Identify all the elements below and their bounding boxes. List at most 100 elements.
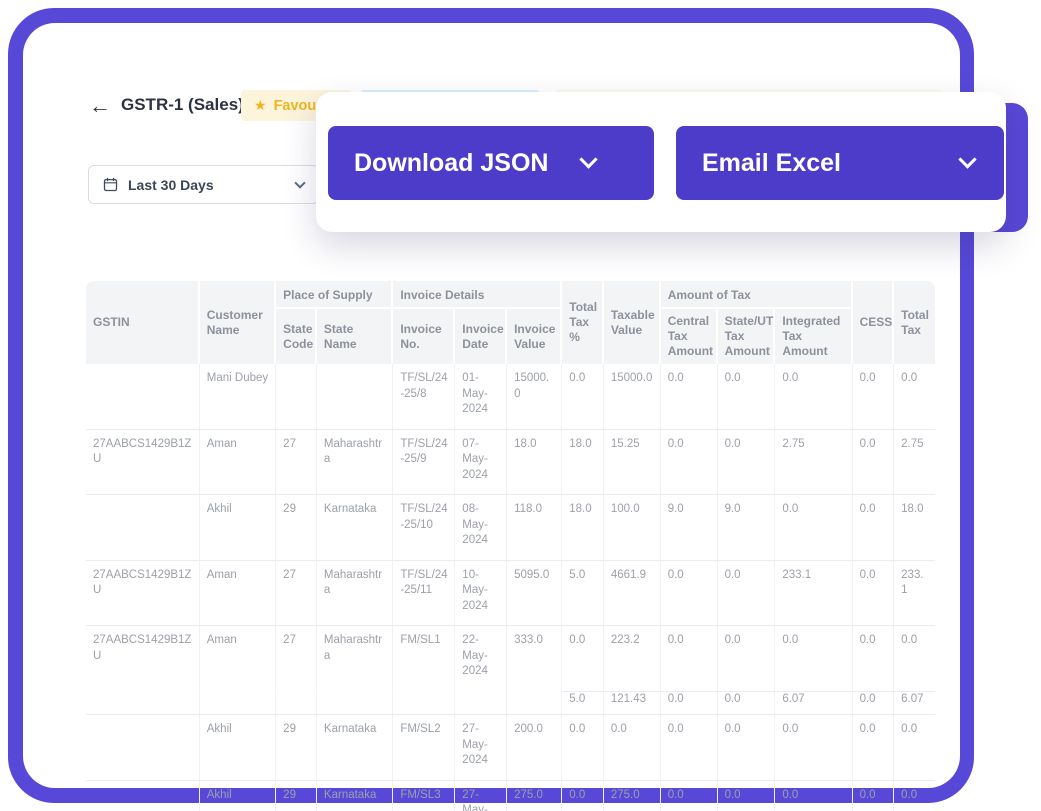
table-cell — [276, 692, 317, 716]
table-cell: 18.0 — [894, 495, 935, 561]
table-row: Akhil29KarnatakaFM/SL327-May-2024275.00.… — [86, 781, 935, 811]
table-row: Akhil29KarnatakaTF/SL/24-25/1008-May-202… — [86, 495, 935, 561]
table-cell: 275.0 — [604, 781, 661, 811]
table-cell: 0.0 — [562, 364, 604, 430]
table-cell: 29 — [276, 495, 317, 561]
table-cell: 27 — [276, 626, 317, 692]
table-cell: Karnataka — [317, 781, 393, 811]
table-cell — [86, 692, 200, 716]
table-cell: 6.07 — [894, 692, 935, 716]
table-cell: 27AABCS1429B1ZU — [86, 430, 200, 496]
table-cell: 223.2 — [604, 626, 661, 692]
column-header: Amount of Tax — [661, 281, 853, 309]
table-cell: 5.0 — [562, 561, 604, 627]
back-arrow-icon[interactable]: ← — [89, 93, 111, 119]
table-cell — [276, 364, 317, 430]
table-cell: 18.0 — [562, 495, 604, 561]
table-cell: 0.0 — [853, 781, 895, 811]
table-cell: 2.75 — [775, 430, 852, 496]
table-row: Akhil29KarnatakaFM/SL227-May-2024200.00.… — [86, 715, 935, 781]
column-header: Taxable Value — [604, 281, 661, 364]
table-cell: 4661.9 — [604, 561, 661, 627]
table-cell: 0.0 — [718, 430, 776, 496]
table-cell: 5095.0 — [507, 561, 562, 627]
table-cell: 9.0 — [661, 495, 718, 561]
email-excel-label: Email Excel — [702, 149, 841, 178]
table-cell: 0.0 — [894, 715, 935, 781]
table-cell: 29 — [276, 781, 317, 811]
table-cell: 0.0 — [661, 430, 718, 496]
table-cell: 0.0 — [661, 364, 718, 430]
table-cell: 6.07 — [775, 692, 852, 716]
table-cell: Akhil — [200, 781, 276, 811]
chevron-down-icon — [958, 150, 976, 168]
column-header: Customer Name — [200, 281, 276, 364]
gstr1-report-table-container: GSTINCustomer NamePlace of SupplyInvoice… — [86, 281, 935, 811]
download-json-button[interactable]: Download JSON — [328, 126, 654, 200]
table-cell: Karnataka — [317, 715, 393, 781]
table-row: 27AABCS1429B1ZUAman27MaharashtraFM/SL122… — [86, 626, 935, 692]
table-row: 27AABCS1429B1ZUAman27MaharashtraTF/SL/24… — [86, 561, 935, 627]
export-actions-popover: Download JSON Email Excel — [316, 92, 1006, 232]
email-excel-button[interactable]: Email Excel — [676, 126, 1004, 200]
column-subheader: Invoice Value — [507, 309, 562, 364]
table-cell: 07-May-2024 — [455, 430, 507, 496]
column-header: Place of Supply — [276, 281, 393, 309]
table-cell: Maharashtra — [317, 561, 393, 627]
table-cell: 27 — [276, 430, 317, 496]
table-cell: 0.0 — [894, 626, 935, 692]
table-cell: Aman — [200, 561, 276, 627]
table-cell: Aman — [200, 430, 276, 496]
table-cell: 27AABCS1429B1ZU — [86, 561, 200, 627]
table-cell: 0.0 — [775, 781, 852, 811]
table-cell: 0.0 — [718, 364, 776, 430]
table-cell: 0.0 — [562, 781, 604, 811]
table-cell: Karnataka — [317, 495, 393, 561]
star-icon: ★ — [254, 97, 267, 114]
table-cell: FM/SL3 — [393, 781, 455, 811]
table-cell: 0.0 — [661, 626, 718, 692]
table-cell: 15000.0 — [507, 364, 562, 430]
table-cell: TF/SL/24-25/9 — [393, 430, 455, 496]
page-title: GSTR-1 (Sales) — [121, 95, 244, 115]
table-cell: 0.0 — [604, 715, 661, 781]
table-cell: FM/SL2 — [393, 715, 455, 781]
table-cell: 0.0 — [853, 430, 895, 496]
table-cell: Akhil — [200, 495, 276, 561]
table-cell: Mani Dubey — [200, 364, 276, 430]
table-cell: 0.0 — [718, 561, 776, 627]
table-cell: 5.0 — [562, 692, 604, 716]
table-cell: 100.0 — [604, 495, 661, 561]
table-cell: 0.0 — [562, 715, 604, 781]
table-cell: 0.0 — [718, 692, 776, 716]
download-json-label: Download JSON — [354, 149, 548, 178]
calendar-icon — [103, 177, 118, 192]
column-header: Total Tax — [894, 281, 935, 364]
column-subheader: Central Tax Amount — [661, 309, 718, 364]
table-cell: 0.0 — [718, 781, 776, 811]
table-cell — [317, 692, 393, 716]
table-cell: 2.75 — [894, 430, 935, 496]
table-cell: 9.0 — [718, 495, 776, 561]
table-cell: Maharashtra — [317, 430, 393, 496]
table-row: 27AABCS1429B1ZUAman27MaharashtraTF/SL/24… — [86, 430, 935, 496]
table-cell: 15000.0 — [604, 364, 661, 430]
chevron-down-icon — [294, 177, 305, 188]
column-subheader: State Name — [317, 309, 393, 364]
table-cell: 333.0 — [507, 626, 562, 692]
date-range-select[interactable]: Last 30 Days — [88, 165, 319, 204]
table-cell: 15.25 — [604, 430, 661, 496]
table-cell: 0.0 — [718, 715, 776, 781]
table-cell: 10-May-2024 — [455, 561, 507, 627]
table-cell — [317, 364, 393, 430]
table-cell: Maharashtra — [317, 626, 393, 692]
chevron-down-icon — [580, 150, 598, 168]
table-cell: 0.0 — [853, 692, 895, 716]
table-cell: FM/SL1 — [393, 626, 455, 692]
table-cell: 118.0 — [507, 495, 562, 561]
table-row: Mani DubeyTF/SL/24-25/801-May-202415000.… — [86, 364, 935, 430]
table-cell — [455, 692, 507, 716]
table-cell: 0.0 — [894, 364, 935, 430]
table-cell: 27 — [276, 561, 317, 627]
table-cell: 0.0 — [562, 626, 604, 692]
